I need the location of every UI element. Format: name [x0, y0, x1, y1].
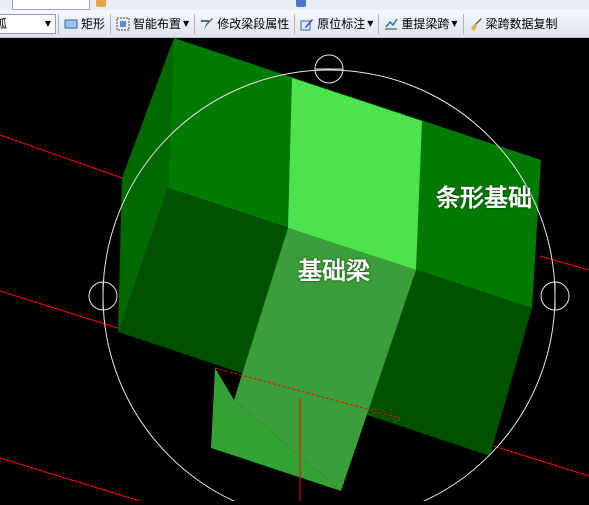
smart-layout-icon — [116, 17, 130, 31]
shape-combo[interactable]: 弧 ▼ — [0, 13, 56, 34]
canvas-svg — [0, 38, 589, 505]
rect-button[interactable]: 矩形 — [61, 13, 108, 35]
relift-span-button[interactable]: 重提梁跨 ▼ — [381, 13, 460, 35]
smart-layout-label: 智能布置 — [133, 17, 182, 31]
orig-annotation-button[interactable]: 原位标注 ▼ — [297, 13, 376, 35]
chevron-down-icon: ▼ — [44, 19, 51, 28]
modify-props-icon — [200, 17, 214, 31]
copy-brush-icon — [469, 17, 483, 31]
annotation-icon — [300, 17, 314, 31]
rect-button-label: 矩形 — [81, 17, 106, 31]
toolbar-separator — [110, 13, 112, 34]
relift-icon — [384, 17, 398, 31]
copy-span-data-button[interactable]: 梁跨数据复制 — [466, 13, 561, 35]
toolbar-separator — [58, 13, 59, 34]
copy-span-data-label: 梁跨数据复制 — [485, 17, 558, 31]
window-top-strip — [0, 0, 589, 10]
folder-icon[interactable] — [96, 0, 106, 7]
shape-combo-value: 弧 — [0, 15, 7, 32]
modify-props-button[interactable]: 修改梁段属性 — [197, 13, 292, 35]
toolbar-separator — [194, 13, 196, 34]
rectangle-icon — [64, 17, 78, 31]
chevron-down-icon: ▼ — [183, 19, 190, 28]
smart-layout-button[interactable]: 智能布置 ▼ — [113, 13, 192, 35]
drawing-canvas[interactable]: 条形基础 基础梁 — [0, 38, 589, 505]
tool-icon[interactable] — [296, 0, 306, 7]
chevron-down-icon: ▼ — [451, 19, 458, 28]
chevron-down-icon: ▼ — [367, 19, 374, 28]
toolbar-separator — [462, 13, 464, 34]
relift-span-label: 重提梁跨 — [401, 17, 450, 31]
toolbar: 弧 ▼ 矩形 智能布置 ▼ 修改梁段属性 原位标注 ▼ 重提梁跨 — [0, 10, 589, 38]
orig-annotation-label: 原位标注 — [317, 17, 366, 31]
toolbar-separator — [378, 13, 380, 34]
top-field[interactable] — [12, 0, 90, 10]
label-foundation-beam: 基础梁 — [298, 257, 370, 285]
label-strip-footing: 条形基础 — [436, 184, 532, 212]
modify-props-label: 修改梁段属性 — [217, 17, 290, 31]
toolbar-separator — [294, 13, 296, 34]
